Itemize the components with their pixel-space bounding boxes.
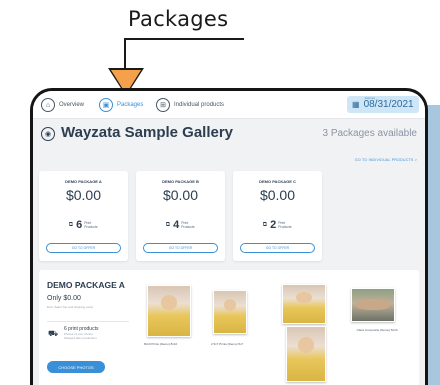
packages-available: 3 Packages available	[322, 128, 417, 139]
nav-item-overview[interactable]: ⌂ Overview	[41, 97, 84, 113]
package-price: $0.00	[259, 187, 296, 203]
gallery-title: Wayzata Sample Gallery	[61, 124, 234, 141]
package-name: DEMO PACKAGE C	[259, 179, 296, 184]
calendar-icon: ▦	[352, 100, 360, 109]
package-price: $0.00	[162, 187, 199, 203]
package-detail-panel: DEMO PACKAGE A Only $0.00 Excl. Sales Ta…	[39, 270, 419, 385]
product-photo-stack-back[interactable]	[282, 284, 326, 324]
nav-item-individual-products[interactable]: ⊞ Individual products	[156, 97, 224, 113]
package-card-b[interactable]: DEMO PACKAGE B $0.00 ⧉ 4 Print Products …	[136, 171, 225, 261]
callout-label: Packages	[128, 7, 229, 31]
package-card-a[interactable]: DEMO PACKAGE A $0.00 ⧉ 6 Print Products …	[39, 171, 128, 261]
detail-note: Excl. Sales Tax and shipping costs	[47, 305, 93, 309]
package-count-label: Print Products	[181, 221, 195, 229]
nav-item-label: Overview	[59, 102, 85, 108]
package-count-row: ⧉ 4 Print Products	[136, 219, 225, 231]
nav-item-label: Packages	[117, 102, 144, 108]
goto-individual-products-link[interactable]: GO TO INDIVIDUAL PRODUCTS >	[355, 158, 417, 162]
nav-item-packages[interactable]: ▣ Packages	[99, 97, 143, 113]
package-count: 4	[173, 219, 180, 231]
package-count-row: ⧉ 6 Print Products	[39, 219, 128, 231]
nav-item-label: Individual products	[174, 102, 225, 108]
print-products-icon: ⧉	[68, 221, 74, 228]
package-count-label: Print Products	[84, 221, 98, 229]
gallery-icon: ◉	[41, 127, 55, 141]
choose-photos-button[interactable]: CHOOSE PHOTOS	[47, 361, 105, 373]
go-to-offer-button[interactable]: GO TO OFFER	[143, 243, 218, 253]
detail-products-sub2: Shipped after production	[64, 336, 97, 340]
package-count-label: Print Products	[278, 221, 292, 229]
print-products-icon: ⧉	[165, 221, 171, 228]
photo-caption: 2 5x7 Prints (Demo) 5x7	[211, 342, 244, 346]
package-count: 6	[76, 219, 83, 231]
callout-line-horizontal	[124, 38, 244, 40]
products-icon: ⊞	[156, 98, 170, 112]
package-card-c[interactable]: DEMO PACKAGE C $0.00 ⧉ 2 Print Products …	[233, 171, 322, 261]
package-icon: ▣	[99, 98, 113, 112]
date-value: 08/31/2021	[363, 99, 414, 110]
package-name: DEMO PACKAGE A	[65, 179, 102, 184]
product-photo-stack-front[interactable]	[286, 326, 326, 382]
detail-divider	[47, 321, 129, 322]
date-label: Expires	[365, 96, 376, 100]
package-count-row: ⧉ 2 Print Products	[233, 219, 322, 231]
go-to-offer-button[interactable]: GO TO OFFER	[240, 243, 315, 253]
callout-line-vertical	[124, 38, 126, 72]
gallery-header: ◉ Wayzata Sample Gallery 3 Packages avai…	[33, 119, 425, 149]
photo-caption: Class Composite (Demo) 8x10	[356, 328, 398, 332]
detail-title: DEMO PACKAGE A	[47, 280, 125, 290]
package-name: DEMO PACKAGE B	[162, 179, 199, 184]
home-icon: ⌂	[41, 98, 55, 112]
print-products-icon: ⧉	[262, 221, 268, 228]
photo-caption: 8x10 Prints (Demo) 8x10	[144, 342, 178, 346]
detail-price: Only $0.00	[47, 295, 81, 302]
product-photo-class-composite[interactable]	[351, 288, 395, 322]
go-to-offer-button[interactable]: GO TO OFFER	[46, 243, 121, 253]
package-price: $0.00	[65, 187, 102, 203]
truck-icon: ⛟	[48, 329, 59, 338]
app-frame: ⌂ Overview ▣ Packages ⊞ Individual produ…	[30, 88, 428, 385]
product-photo-5x7[interactable]	[213, 290, 247, 334]
product-photo-8x10[interactable]	[147, 285, 191, 337]
package-count: 2	[270, 219, 277, 231]
expiry-date-box: ▦ Expires 08/31/2021	[347, 96, 419, 113]
top-nav: ⌂ Overview ▣ Packages ⊞ Individual produ…	[33, 91, 425, 119]
